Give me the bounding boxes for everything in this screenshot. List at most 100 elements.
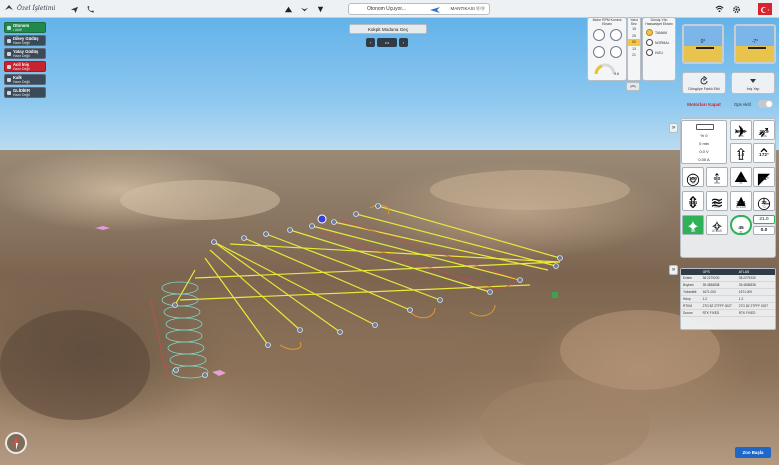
app-logo: Özel İşletimi	[4, 3, 55, 13]
loop-action-button[interactable]: Döngüye Farklı Etki	[682, 72, 726, 94]
kokpit-center-button[interactable]: •••	[377, 38, 397, 47]
rpm-gauge-4	[610, 46, 622, 58]
gear-icon[interactable]	[730, 3, 742, 15]
groundspeed-tile: ➶ 20.9 m/s	[753, 120, 775, 141]
battery-current: 0.00 A	[698, 157, 710, 162]
attitude-indicator-right: -7°	[734, 24, 776, 64]
satellite-icon: ✦	[686, 219, 700, 236]
motor-rpm-panel: Motor RPM Kontrol Ekranı 9.6	[587, 17, 627, 81]
drone-icon[interactable]	[298, 3, 310, 15]
home-marker	[95, 226, 110, 230]
zoom-start-button[interactable]: Zoo Başla	[735, 447, 771, 458]
upload-icon[interactable]	[282, 3, 294, 15]
collapse-panel-button[interactable]: ︽	[626, 82, 640, 91]
atlas-satellite-icon: ✧	[710, 219, 724, 236]
table-row: RTKM 2TG 8Z 2TFFF 0027 2TG 8Z 2TFFF 0027	[681, 303, 775, 310]
plane-icon[interactable]	[68, 3, 80, 15]
atlas-satellite-tile: ✧ 17 ATLAS	[706, 215, 728, 236]
clock-icon: ◷	[757, 195, 771, 212]
mode-kalk[interactable]: Kalk Hazır Değil	[4, 74, 46, 85]
radio-icon	[646, 29, 653, 36]
range-tile: 45 m	[730, 215, 752, 235]
compass-icon[interactable]	[5, 432, 27, 454]
climb-rate-tile: ⇧ 3.0 m/s	[730, 143, 752, 164]
table-row: Yükseklik 1671.000 1671.000	[681, 289, 775, 296]
mode-dikey-gudus[interactable]: Dikey Güdüş Hazır Değil	[4, 35, 46, 46]
expand-telemetry-button[interactable]: »	[669, 123, 678, 133]
motor-off-button[interactable]: Motorları Kapat	[682, 98, 726, 112]
battery-percent: % 0	[700, 133, 708, 138]
groundspeed-icon: ➶	[757, 124, 771, 141]
mode-acil-inis[interactable]: Acil İniş Hazır Değil	[4, 61, 46, 72]
call-icon[interactable]	[84, 3, 96, 15]
wifi-icon[interactable]	[713, 3, 725, 15]
mode-otonom[interactable]: Otonom • Aktif	[4, 22, 46, 33]
gps-toggle[interactable]	[758, 100, 773, 108]
refresh-icon	[700, 75, 708, 85]
attitude-left-value: 0°	[700, 39, 706, 45]
offset-down-tile: 0.0	[753, 226, 775, 235]
battery-icon	[696, 124, 714, 130]
drone-logo-icon	[5, 5, 13, 10]
fuel-panel: Yakıt Sev. 15 25 50 13 21	[627, 17, 641, 81]
logo-text: Özel İşletimi	[17, 4, 56, 12]
expand-gps-button[interactable]: »	[669, 265, 678, 275]
wind-direction-tile: ◤ 211°	[753, 167, 775, 188]
mode-glider[interactable]: GLİDİER Hazır Değil	[4, 87, 46, 98]
turn-option-tamam[interactable]: TAMAM	[646, 29, 675, 36]
battery-voltage: 0.0 V	[699, 149, 709, 154]
flight-status-text: Otonom Uçuyor...	[367, 6, 406, 12]
wind-speed-tile: ≋ 2.1 m/s	[706, 191, 728, 212]
throttle-gauge-icon	[594, 63, 616, 75]
battery-box: % 0 0 min 0.0 V 0.00 A	[681, 120, 727, 164]
turn-sensitivity-panel: Dönüş Yön Hassasiyet Ekranı TAMAM NORMAL…	[642, 17, 676, 81]
distance-icon: ⇕	[686, 195, 700, 212]
loop-action-label: Döngüye Farklı Etki	[688, 87, 720, 91]
vertical-speed-icon: ↑	[713, 169, 721, 186]
offset-up-tile: 21.0	[753, 215, 775, 224]
turn-option-hizli[interactable]: HIZLI	[646, 49, 675, 56]
distance-tile: ⇕ 834 m	[682, 191, 704, 212]
atlas-icon: ▲	[733, 193, 749, 210]
attitude-indicator-left: 0°	[682, 24, 724, 64]
atlas-altitude-tile: ▲ 31.1 ATLAS	[730, 191, 752, 211]
rpm-gauge-3	[593, 46, 605, 58]
altitude-tile: ⛰ 104 m	[730, 167, 752, 187]
motor-panel-title: Motor RPM Kontrol Ekranı	[592, 18, 622, 26]
kokpit-mode-button[interactable]: Kokpit Moduna Geç	[349, 24, 427, 34]
motor-value: 9.6	[614, 72, 619, 76]
turkey-flag-icon	[758, 3, 772, 15]
signal-quality-icon: ◎	[686, 171, 700, 188]
wind-direction-icon: ◤	[757, 171, 771, 188]
heading-tile: ⌃ 172°	[753, 143, 775, 164]
plane-status-icon	[430, 7, 440, 13]
attitude-right-value: -7°	[751, 39, 759, 45]
mode-yatay-gudus[interactable]: Yatay Güdüş Hazır Değil	[4, 48, 46, 59]
turn-option-normal[interactable]: NORMAL	[646, 39, 675, 46]
table-row: Boylam 39.4836838 39.4836838	[681, 282, 775, 289]
signal-icon[interactable]	[314, 3, 326, 15]
land-icon	[750, 79, 756, 83]
att-wing	[696, 47, 714, 49]
chevron-right-icon[interactable]: ›	[399, 38, 408, 47]
turn-panel-title: Dönüş Yön Hassasiyet Ekranı	[645, 18, 673, 26]
rpm-gauge-2	[610, 29, 622, 41]
airspeed-tile: ✈ 21.0 m/s	[730, 120, 752, 141]
land-button[interactable]: İniş Yap	[731, 72, 775, 94]
clock-tile: ◷ 22 °C	[753, 191, 775, 212]
fuel-panel-title: Yakıt Sev.	[630, 18, 638, 26]
radio-icon	[646, 39, 653, 46]
wind-speed-icon: ≋	[710, 195, 724, 212]
table-row: Durum RTK FIXED RTK FIXED	[681, 310, 775, 317]
heading-icon: ⌃	[757, 147, 771, 164]
chevron-left-icon[interactable]: ‹	[366, 38, 375, 47]
signal-quality-tile: ◎ 100 %	[682, 167, 704, 188]
survey-lines	[174, 205, 561, 346]
status-right-text: MANTIKASI ⓪⓪	[450, 6, 485, 11]
vertical-speed-tile: ↑ 0.0 m/s	[706, 167, 728, 187]
radio-icon	[646, 49, 653, 56]
att-wing	[748, 47, 766, 49]
target-marker	[552, 292, 558, 298]
altitude-icon: ⛰	[734, 169, 748, 186]
landing-marker	[212, 370, 226, 376]
